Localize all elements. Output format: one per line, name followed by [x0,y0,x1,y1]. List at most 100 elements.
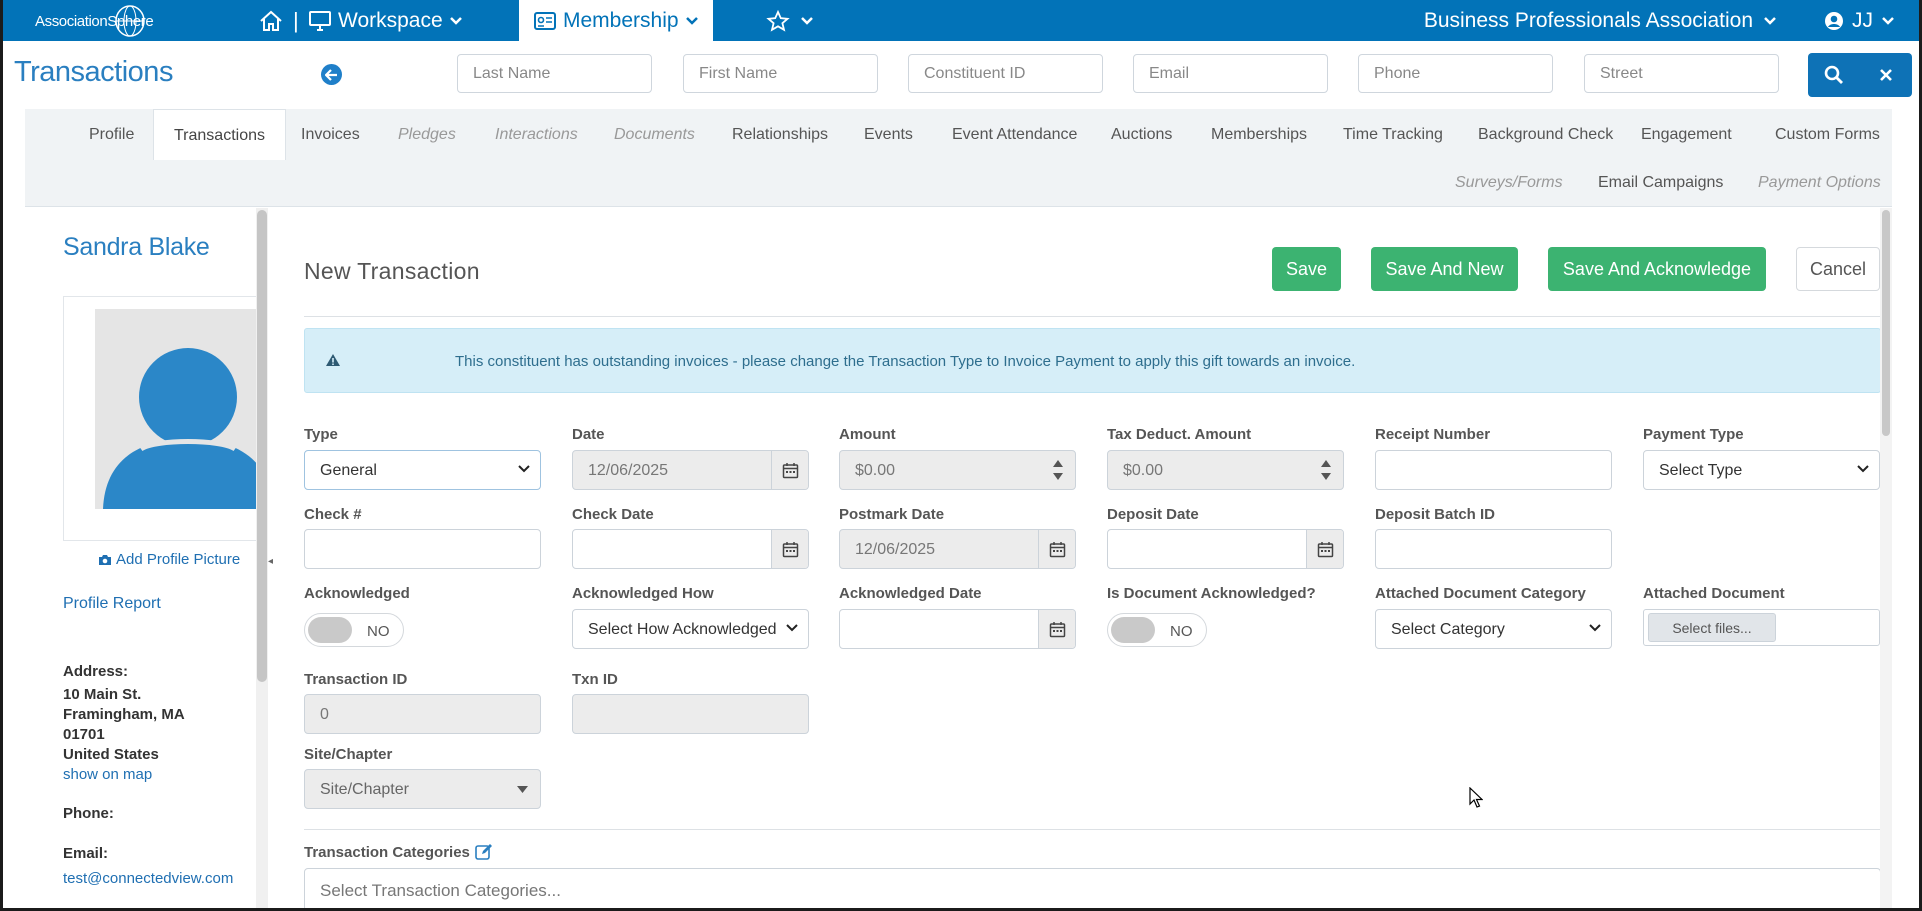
deposit-batch-id-input[interactable] [1375,529,1612,569]
profile-report-link[interactable]: Profile Report [63,595,161,613]
tax-deduct-amount-value: $0.00 [1123,462,1164,479]
deposit-date-label: Deposit Date [1107,506,1199,523]
workspace-menu[interactable]: Workspace [308,0,463,41]
receipt-number-input[interactable] [1375,450,1612,490]
site-chapter-select[interactable]: Site/Chapter [304,769,541,809]
last-name-search-input[interactable] [457,54,652,93]
type-label: Type [304,426,338,443]
transaction-categories-input[interactable]: Select Transaction Categories... [304,868,1881,908]
tab-transactions[interactable]: Transactions [153,109,286,160]
date-input[interactable]: 12/06/2025 [572,450,809,490]
attached-document-category-label: Attached Document Category [1375,585,1586,602]
tab-background-check[interactable]: Background Check [1478,126,1613,144]
tab-event-attendance[interactable]: Event Attendance [952,126,1077,144]
main-scrollbar[interactable] [1880,208,1892,908]
outstanding-invoices-alert: This constituent has outstanding invoice… [304,328,1881,393]
attached-document-category-select[interactable]: Select Category [1375,609,1612,649]
tab-email-campaigns[interactable]: Email Campaigns [1598,174,1723,192]
org-name: Business Professionals Association [1423,8,1753,32]
sidebar-scrollbar[interactable] [256,208,268,908]
deposit-batch-id-label: Deposit Batch ID [1375,506,1496,523]
section-divider [304,829,1881,830]
home-icon[interactable] [259,0,283,41]
save-and-acknowledge-button[interactable]: Save And Acknowledge [1548,247,1766,291]
tax-deduct-amount-spinner[interactable] [1309,451,1343,489]
constituent-id-search-input[interactable] [908,54,1103,93]
txn-id-input[interactable] [572,694,809,734]
save-and-new-button[interactable]: Save And New [1371,247,1518,291]
mouse-cursor-icon [1469,787,1483,808]
tab-custom-forms[interactable]: Custom Forms [1775,126,1880,144]
collapse-sidebar-icon[interactable]: ◂ [268,556,273,567]
chevron-down-icon [1882,16,1894,25]
acknowledged-date-input[interactable] [839,609,1076,649]
sidebar-scrollbar-thumb[interactable] [257,210,267,682]
tab-auctions[interactable]: Auctions [1111,126,1172,144]
transaction-id-input[interactable]: 0 [304,694,541,734]
tax-deduct-amount-input[interactable]: $0.00 [1107,450,1344,490]
search-icon[interactable] [1808,53,1860,97]
acknowledged-how-value: Select How Acknowledged [588,621,777,638]
acknowledged-toggle[interactable]: NO [304,613,404,647]
acknowledged-how-select[interactable]: Select How Acknowledged [572,609,809,649]
is-document-acknowledged-toggle[interactable]: NO [1107,613,1207,647]
check-date-input[interactable] [572,529,809,569]
acknowledged-label: Acknowledged [304,585,410,602]
cancel-button[interactable]: Cancel [1796,247,1880,291]
amount-spinner[interactable] [1041,451,1075,489]
membership-menu[interactable]: Membership [519,0,713,41]
logo-text: AssociationSphere [35,13,154,30]
app-logo[interactable]: AssociationSphere [33,4,154,38]
tab-interactions[interactable]: Interactions [495,126,578,144]
amount-input[interactable]: $0.00 [839,450,1076,490]
tab-invoices[interactable]: Invoices [301,126,360,144]
email-link[interactable]: test@connectedview.com [63,870,233,887]
type-select[interactable]: General [304,450,541,490]
email-search-input[interactable] [1133,54,1328,93]
calendar-icon[interactable] [1306,530,1343,568]
back-arrow-icon[interactable] [321,64,342,85]
tab-documents[interactable]: Documents [614,126,695,144]
favorites-menu[interactable] [766,0,814,41]
user-menu[interactable]: JJ [1824,0,1895,41]
tab-engagement[interactable]: Engagement [1641,126,1732,144]
star-icon [766,9,790,32]
deposit-date-input[interactable] [1107,529,1344,569]
first-name-search-input[interactable] [683,54,878,93]
chevron-down-icon [1589,624,1601,632]
tab-time-tracking[interactable]: Time Tracking [1343,126,1443,144]
chevron-down-icon [518,465,530,473]
address-line-4: United States [63,746,159,763]
profile-name[interactable]: Sandra Blake [63,233,210,262]
add-profile-picture-link[interactable]: Add Profile Picture [98,551,240,568]
tab-events[interactable]: Events [864,126,913,144]
tab-relationships[interactable]: Relationships [732,126,828,144]
calendar-icon[interactable] [1038,610,1075,648]
postmark-date-input[interactable]: 12/06/2025 [839,529,1076,569]
date-label: Date [572,426,605,443]
main-scrollbar-thumb[interactable] [1882,210,1890,436]
payment-type-select[interactable]: Select Type [1643,450,1880,490]
tab-payment-options[interactable]: Payment Options [1758,174,1881,192]
tab-profile[interactable]: Profile [89,126,134,144]
close-icon[interactable] [1860,53,1912,97]
edit-icon[interactable] [475,843,493,861]
show-on-map-link[interactable]: show on map [63,766,152,783]
attached-document-upload: Select files... [1643,609,1880,646]
calendar-icon[interactable] [1038,530,1075,568]
check-number-input[interactable] [304,529,541,569]
tax-deduct-amount-label: Tax Deduct. Amount [1107,426,1252,443]
street-search-input[interactable] [1584,54,1779,93]
save-button[interactable]: Save [1272,247,1341,291]
record-tabs: Profile Transactions Invoices Pledges In… [25,109,1892,207]
tab-memberships[interactable]: Memberships [1211,126,1307,144]
form-title: New Transaction [304,258,480,284]
calendar-icon[interactable] [771,530,808,568]
calendar-icon[interactable] [771,451,808,489]
organization-menu[interactable]: Business Professionals Association [1424,0,1777,41]
tab-surveys-forms[interactable]: Surveys/Forms [1455,174,1563,192]
phone-search-input[interactable] [1358,54,1553,93]
tab-pledges[interactable]: Pledges [398,126,456,144]
select-files-button[interactable]: Select files... [1648,613,1776,642]
id-card-icon [534,11,556,30]
